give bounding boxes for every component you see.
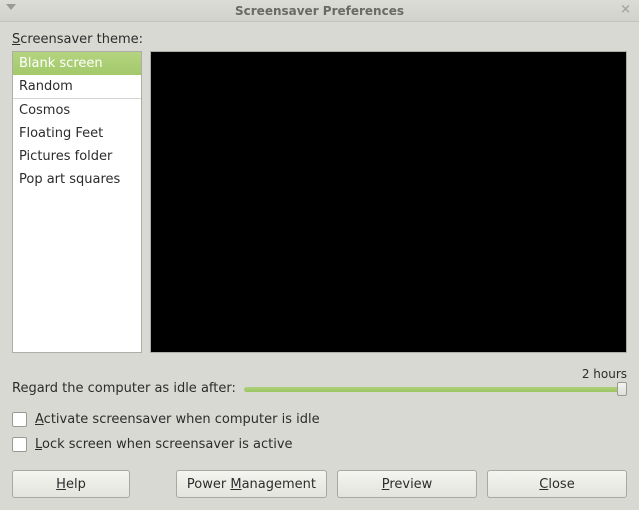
window-titlebar: Screensaver Preferences × [0,0,639,22]
activate-label: Activate screensaver when computer is id… [35,412,320,427]
idle-value-text: 2 hours [582,367,627,381]
theme-item-blank-screen[interactable]: Blank screen [13,52,141,75]
activate-access-key: A [35,412,44,427]
window-title: Screensaver Preferences [235,4,404,18]
menu-indicator-icon[interactable] [6,4,16,10]
power-management-button[interactable]: Power Management [176,470,327,498]
theme-item-label: Blank screen [19,56,103,71]
slider-fill [244,387,619,392]
theme-item-label: Random [19,79,73,94]
help-access-key: H [56,477,66,492]
lock-label: Lock screen when screensaver is active [35,437,293,452]
theme-item-label: Cosmos [19,103,70,118]
button-spacer [140,470,166,498]
close-button[interactable]: Close [487,470,627,498]
idle-label: Regard the computer as idle after: [12,381,236,396]
theme-item-label: Pop art squares [19,172,120,187]
button-row: Help Power Management Preview Close [12,470,627,498]
theme-item-cosmos[interactable]: Cosmos [13,99,141,122]
close-icon[interactable]: × [620,2,631,17]
screensaver-preview [150,51,627,353]
theme-item-random[interactable]: Random [13,75,141,98]
preview-button-text: review [389,477,432,492]
theme-item-pictures-folder[interactable]: Pictures folder [13,145,141,168]
power-post-text: anagement [242,477,316,492]
power-pre-text: Power [187,477,230,492]
slider-thumb[interactable] [617,382,627,396]
theme-item-label: Pictures folder [19,149,112,164]
power-access-key: M [230,477,241,492]
theme-item-pop-art-squares[interactable]: Pop art squares [13,168,141,191]
activate-checkbox[interactable] [12,412,27,427]
theme-label-text: creensaver theme: [20,32,143,47]
lock-access-key: L [35,437,42,452]
activate-label-text: ctivate screensaver when computer is idl… [44,412,320,427]
help-button-text: elp [66,477,86,492]
theme-item-label: Floating Feet [19,126,103,141]
help-button[interactable]: Help [12,470,130,498]
content-area: Screensaver theme: Blank screen Random C… [0,22,639,510]
close-access-key: C [539,477,548,492]
theme-list[interactable]: Blank screen Random Cosmos Floating Feet… [12,51,142,353]
lock-checkbox-row[interactable]: Lock screen when screensaver is active [12,437,627,452]
theme-label: Screensaver theme: [12,32,627,47]
theme-row: Blank screen Random Cosmos Floating Feet… [12,51,627,353]
lock-checkbox[interactable] [12,437,27,452]
activate-checkbox-row[interactable]: Activate screensaver when computer is id… [12,412,627,427]
theme-item-floating-feet[interactable]: Floating Feet [13,122,141,145]
idle-section: 2 hours Regard the computer as idle afte… [12,367,627,396]
close-button-text: lose [548,477,574,492]
idle-slider[interactable] [244,382,627,396]
preview-button[interactable]: Preview [337,470,477,498]
lock-label-text: ock screen when screensaver is active [42,437,293,452]
